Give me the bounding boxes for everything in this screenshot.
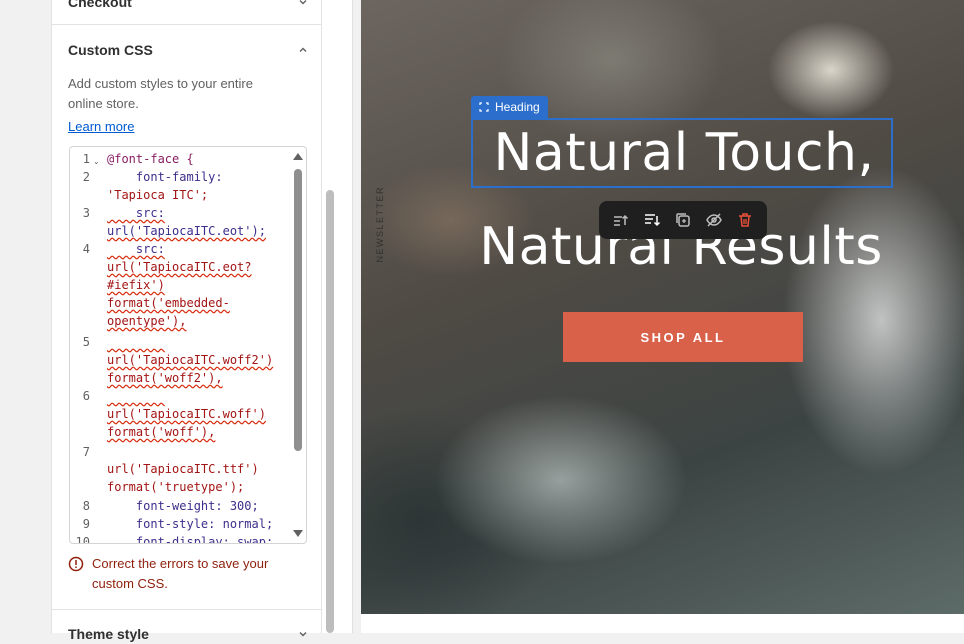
divider <box>52 24 323 25</box>
code-text: url('TapiocaITC.woff') <box>107 407 266 421</box>
code-text: opentype'), <box>107 314 187 328</box>
left-gutter <box>0 0 52 633</box>
chevron-up-icon <box>299 47 307 52</box>
chevron-down-icon <box>299 0 307 5</box>
section-checkout[interactable]: Checkout <box>68 0 308 12</box>
section-custom-css[interactable]: Custom CSS <box>68 40 308 60</box>
selection-frame-icon <box>479 102 489 112</box>
duplicate-icon <box>676 213 690 227</box>
section-theme-style-label: Theme style <box>68 626 149 642</box>
hide-icon <box>706 213 723 227</box>
newsletter-tab[interactable]: NEWSLETTER <box>375 186 385 263</box>
code-text: format('embedded- <box>107 296 230 310</box>
code-line: 7 <box>82 445 90 459</box>
code-line: 4 <box>82 242 90 256</box>
learn-more-link[interactable]: Learn more <box>68 119 134 134</box>
preview-next-section <box>361 614 964 633</box>
code-text: url('TapiocaITC.eot'); <box>107 224 266 238</box>
code-text: src: <box>107 206 165 220</box>
editor-scrollbar[interactable] <box>294 169 302 451</box>
move-up-button[interactable] <box>610 209 632 231</box>
chevron-down-icon <box>299 632 307 637</box>
hide-button[interactable] <box>703 209 725 231</box>
code-text: @font-face { <box>107 152 194 166</box>
code-text: font-family: <box>107 170 223 184</box>
code-line: 6 <box>82 389 90 403</box>
code-text: format('woff2'), <box>107 371 223 385</box>
section-theme-style[interactable]: Theme style <box>68 624 308 644</box>
scroll-up-arrow[interactable] <box>293 153 303 160</box>
panel-scrollbar[interactable] <box>326 190 334 633</box>
css-code-editor[interactable]: 1 ⌄ @font-face { 2 font-family: 'Tapioca… <box>69 146 307 544</box>
code-text: font-weight: 300; <box>107 499 259 513</box>
duplicate-button[interactable] <box>672 209 694 231</box>
move-up-icon <box>613 214 628 226</box>
panel-divider <box>352 0 361 633</box>
css-error-text: Correct the errors to save your custom C… <box>92 556 269 591</box>
move-down-icon <box>644 214 660 227</box>
shop-all-button[interactable]: SHOP ALL <box>563 312 803 362</box>
css-error-message: Correct the errors to save your custom C… <box>68 554 308 594</box>
custom-css-description: Add custom styles to your entire online … <box>68 76 253 111</box>
section-checkout-label: Checkout <box>68 0 132 10</box>
hero-heading-line1[interactable]: Natural Touch, <box>471 120 897 186</box>
code-line: 5 <box>82 335 90 349</box>
delete-button[interactable] <box>734 209 756 231</box>
store-preview[interactable]: NEWSLETTER Heading Natural Touch, Natura… <box>361 0 964 614</box>
heading-tag-label: Heading <box>495 100 540 114</box>
code-text: src: <box>107 242 165 256</box>
divider <box>52 609 323 610</box>
fold-chevron-icon[interactable]: ⌄ <box>93 157 100 166</box>
code-text: font-display: swap; <box>107 535 274 544</box>
code-text: font-style: normal; <box>107 517 274 531</box>
code-text: format('truetype'); <box>107 480 245 494</box>
code-text: url('TapiocaITC.eot? <box>107 260 252 274</box>
code-text: url('TapiocaITC.ttf') <box>107 462 259 476</box>
code-text: format('woff'), <box>107 425 216 439</box>
delete-icon <box>739 213 752 227</box>
move-down-button[interactable] <box>641 209 663 231</box>
alert-circle-icon <box>68 556 84 572</box>
code-line: 3 <box>82 206 90 220</box>
code-text: #iefix') <box>107 278 165 292</box>
code-text: url('TapiocaITC.woff2') <box>107 353 274 367</box>
section-custom-css-label: Custom CSS <box>68 42 153 58</box>
heading-selection-tag[interactable]: Heading <box>471 96 548 118</box>
block-toolbar <box>599 201 767 239</box>
scroll-down-arrow[interactable] <box>293 530 303 537</box>
settings-panel: Checkout Custom CSS Add custom styles to… <box>51 0 323 642</box>
code-text: 'Tapioca ITC'; <box>107 188 209 202</box>
